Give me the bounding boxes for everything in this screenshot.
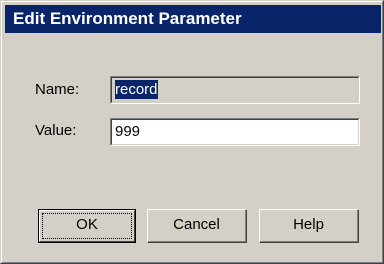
name-field[interactable]: record (110, 76, 360, 104)
value-field-value: 999 (115, 123, 141, 140)
dialog-frame: Edit Environment Parameter Name: record … (1, 1, 383, 263)
help-button-face[interactable]: Help (260, 210, 358, 242)
ok-button[interactable]: OK (38, 209, 136, 243)
help-button[interactable]: Help (259, 209, 359, 243)
ok-button-label: OK (76, 216, 98, 233)
name-label: Name: (35, 81, 80, 98)
name-field-box[interactable]: record (111, 77, 359, 103)
cancel-button-face[interactable]: Cancel (148, 210, 246, 242)
name-field-value: record (115, 80, 158, 99)
edit-environment-parameter-dialog: Edit Environment Parameter Name: record … (0, 0, 384, 264)
help-button-label: Help (293, 216, 324, 233)
cancel-button[interactable]: Cancel (147, 209, 247, 243)
value-field-box[interactable]: 999 (111, 119, 359, 145)
value-field[interactable]: 999 (110, 118, 360, 146)
cancel-button-label: Cancel (173, 216, 220, 233)
dialog-title: Edit Environment Parameter (13, 9, 242, 28)
value-label: Value: (35, 122, 77, 139)
ok-button-face[interactable]: OK (39, 210, 135, 242)
title-bar[interactable]: Edit Environment Parameter (5, 5, 381, 33)
